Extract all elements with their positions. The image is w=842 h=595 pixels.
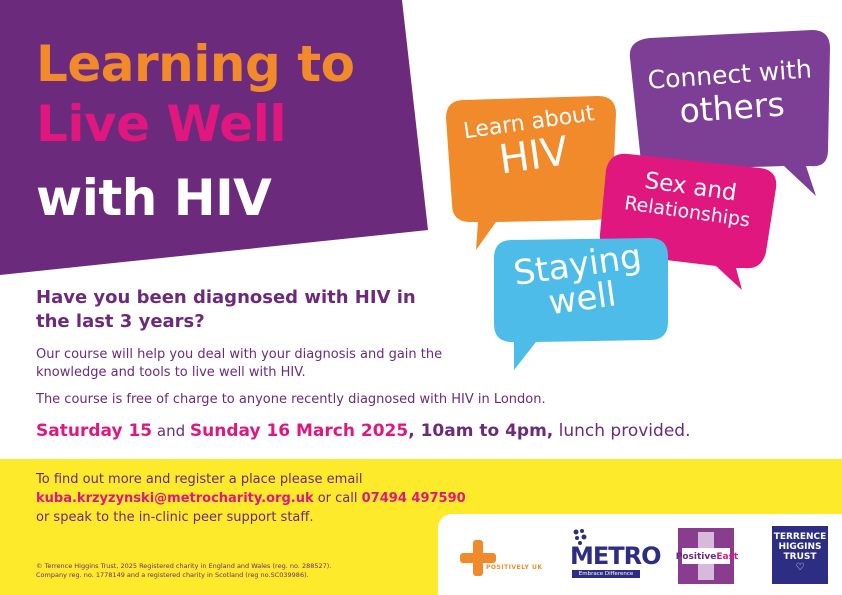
course-dates: Saturday 15 and Sunday 16 March 2025, 10… — [36, 421, 690, 441]
date-day2: Sunday 16 March 2025 — [189, 421, 409, 441]
metro-logo: METRO Embrace Difference — [566, 528, 662, 584]
contact-line2: kuba.krzyzynski@metrocharity.org.uk or c… — [36, 489, 466, 508]
contact-line1: To find out more and register a place pl… — [36, 472, 363, 487]
metro-tagline: Embrace Difference — [572, 570, 640, 578]
positively-uk-cross-icon — [460, 540, 496, 576]
metro-wordmark: METRO — [570, 542, 662, 570]
legal-text: © Terrence Higgins Trust, 2025 Registere… — [36, 562, 331, 580]
positive-east-part-b: East — [716, 552, 739, 562]
legal-line1: © Terrence Higgins Trust, 2025 Registere… — [36, 562, 332, 570]
contact-or-call: or call — [313, 491, 362, 506]
contact-phone-link[interactable]: 07494 497590 — [362, 491, 466, 506]
tht-line3: TRUST — [783, 552, 817, 562]
title-line-3: with HIV — [36, 169, 272, 227]
terrence-higgins-trust-logo: TERRENCE HIGGINS TRUST ♡ — [772, 526, 828, 584]
date-day1: Saturday 15 — [36, 421, 153, 441]
date-lunch: lunch provided. — [553, 421, 691, 441]
positively-uk-logo: POSITIVELY UK — [454, 538, 558, 582]
contact-email-link[interactable]: kuba.krzyzynski@metrocharity.org.uk — [36, 491, 314, 506]
free-text: The course is free of charge to anyone r… — [36, 392, 546, 407]
positively-uk-label: POSITIVELY UK — [486, 564, 543, 571]
date-and: and — [152, 422, 190, 440]
title-line-2: Live Well — [36, 95, 286, 153]
positive-east-logo: PositiveEast — [672, 528, 742, 584]
intro-text: Our course will help you deal with your … — [36, 347, 443, 380]
tht-line1: TERRENCE — [773, 532, 827, 542]
question-heading: Have you been diagnosed with HIV in the … — [36, 287, 416, 332]
date-time: , 10am to 4pm, — [408, 421, 554, 441]
title-line-1: Learning to — [36, 35, 355, 93]
tht-line2: HIGGINS — [778, 542, 822, 552]
contact-line3: or speak to the in-clinic peer support s… — [36, 510, 314, 525]
legal-line2: Company reg. no. 1778149 and a registere… — [36, 571, 309, 579]
bubble-connect-text: Connect with others — [634, 54, 828, 130]
heart-icon: ♡ — [795, 562, 805, 573]
contact-block: To find out more and register a place pl… — [36, 470, 466, 527]
positive-east-part-a: Positive — [675, 552, 717, 562]
logo-panel: POSITIVELY UK METRO Embrace Difference P… — [438, 514, 842, 595]
positive-east-wordmark: PositiveEast — [672, 552, 742, 562]
